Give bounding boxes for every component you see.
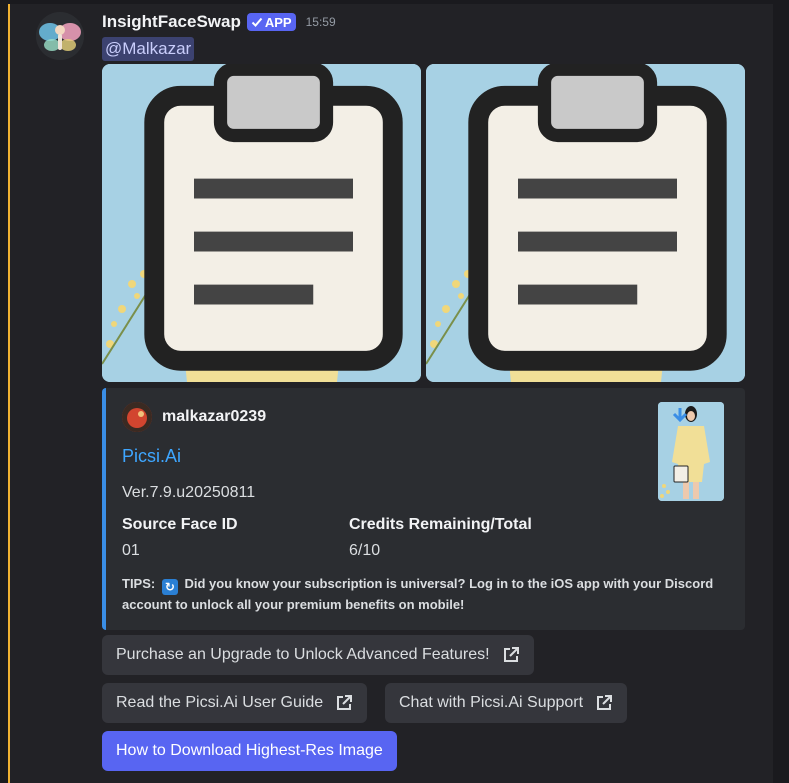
external-link-icon <box>337 695 353 710</box>
upgrade-button-label: Purchase an Upgrade to Unlock Advanced F… <box>116 646 490 663</box>
tips-text: TIPS: ↻ Did you know your subscription i… <box>122 574 732 615</box>
field-value: 6/10 <box>349 542 381 559</box>
field-name: Credits Remaining/Total <box>349 516 532 533</box>
external-link-icon <box>503 647 519 662</box>
author-name[interactable]: malkazar0239 <box>162 408 266 426</box>
embed-title-link[interactable]: Picsi.Ai <box>122 446 181 467</box>
attachment-image[interactable] <box>102 64 421 382</box>
field-source-face-id: Source Face ID 01 <box>122 516 238 560</box>
field-credits: Credits Remaining/Total 6/10 <box>349 516 532 560</box>
user-guide-button[interactable]: Read the Picsi.Ai User Guide <box>102 683 368 723</box>
red-bird-avatar-icon <box>122 402 152 432</box>
download-highres-button-label: How to Download Highest-Res Image <box>116 742 383 759</box>
clipboard-icon[interactable] <box>114 64 421 374</box>
support-button[interactable]: Chat with Picsi.Ai Support <box>385 683 628 723</box>
embed-card: malkazar0239 Picsi.Ai Ver.7.9.u20250811 … <box>102 388 745 630</box>
bot-avatar[interactable] <box>36 12 84 60</box>
author-avatar[interactable] <box>122 402 152 432</box>
upgrade-button[interactable]: Purchase an Upgrade to Unlock Advanced F… <box>102 635 534 675</box>
support-button-label: Chat with Picsi.Ai Support <box>399 694 584 711</box>
message-header: InsightFaceSwap APP 15:59 <box>102 10 336 34</box>
username[interactable]: InsightFaceSwap <box>102 12 241 32</box>
tips-prefix: TIPS: <box>122 576 156 591</box>
embed-version: Ver.7.9.u20250811 <box>122 484 256 501</box>
butterfly-fairy-avatar-icon <box>36 12 84 60</box>
app-badge: APP <box>246 13 296 31</box>
app-badge-label: APP <box>264 14 292 30</box>
checkmark-icon <box>251 17 263 27</box>
timestamp[interactable]: 15:59 <box>306 15 336 29</box>
download-highres-button[interactable]: How to Download Highest-Res Image <box>102 731 397 771</box>
message-container: InsightFaceSwap APP 15:59 @Malkazar malk… <box>8 4 773 783</box>
embed-thumbnail[interactable] <box>658 402 724 501</box>
user-mention[interactable]: @Malkazar <box>102 37 195 61</box>
external-link-icon <box>597 695 613 710</box>
refresh-icon: ↻ <box>161 579 178 595</box>
user-guide-button-label: Read the Picsi.Ai User Guide <box>116 694 324 711</box>
embed-author: malkazar0239 <box>122 402 266 432</box>
field-value: 01 <box>122 542 140 559</box>
tips-body: Did you know your subscription is univer… <box>122 576 714 612</box>
attachment-image[interactable] <box>426 64 745 382</box>
woman-in-yellow-suit-thumbnail <box>658 402 724 501</box>
clipboard-icon[interactable] <box>438 64 745 374</box>
field-name: Source Face ID <box>122 516 238 533</box>
